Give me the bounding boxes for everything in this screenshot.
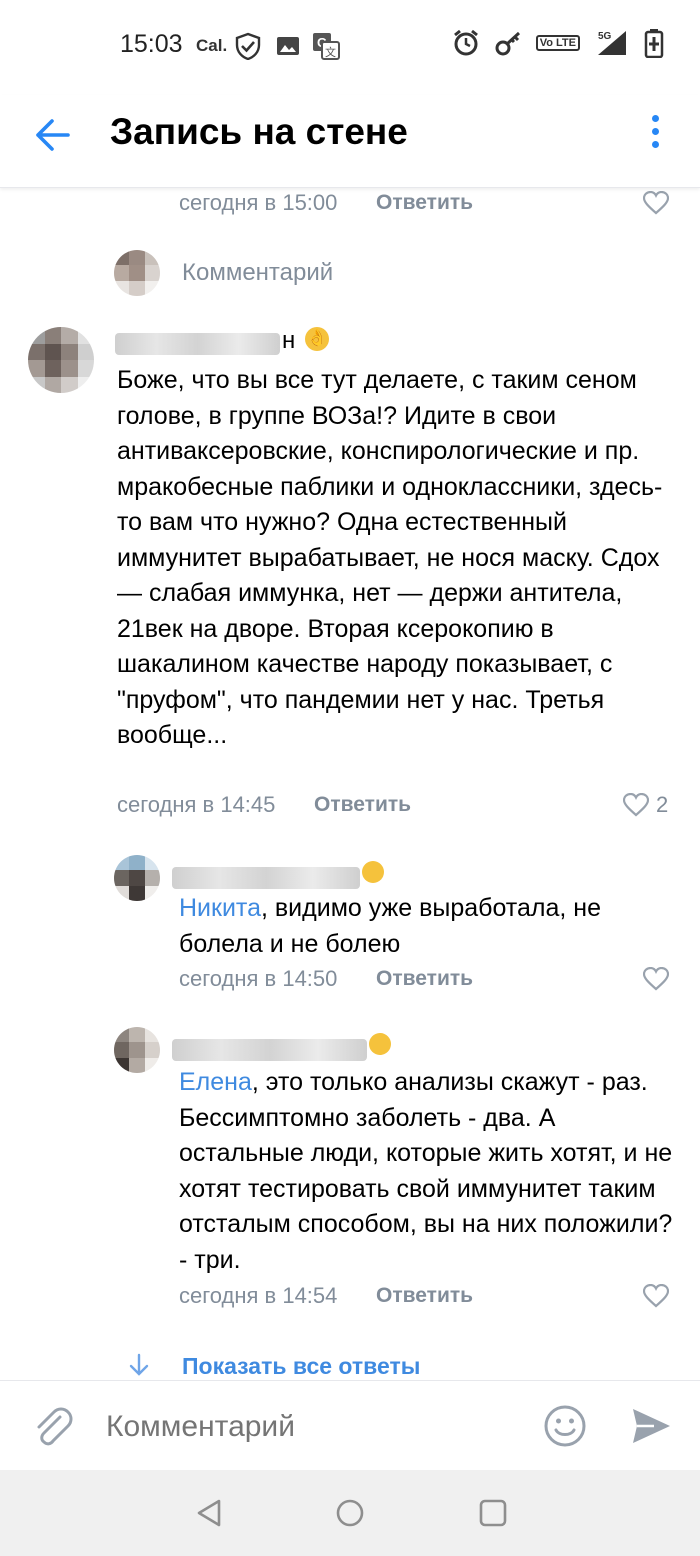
paperclip-icon[interactable] — [30, 1403, 74, 1449]
avatar — [114, 1027, 160, 1073]
comment-text: Елена, это только анализы скажут - раз. … — [179, 1065, 679, 1278]
svg-text:5G: 5G — [598, 31, 612, 42]
comment-time: сегодня в 14:45 — [117, 792, 276, 817]
send-icon[interactable] — [630, 1406, 672, 1446]
volte-icon: Vo LTE — [535, 35, 580, 51]
author-name-blurred[interactable] — [115, 333, 280, 355]
comment-composer — [0, 1380, 700, 1471]
arrow-left-icon[interactable] — [30, 113, 74, 157]
avatar — [114, 855, 160, 901]
author-name-blurred[interactable] — [172, 867, 360, 889]
status-time: 15:03 — [120, 30, 183, 58]
smile-icon[interactable] — [543, 1404, 587, 1448]
status-icons-right: Vo LTE 5G — [452, 28, 664, 58]
status-bar: 15:03 Cal. G 文 Vo LTE 5G — [0, 0, 700, 95]
heart-icon[interactable] — [623, 793, 649, 817]
heart-icon[interactable] — [643, 1284, 669, 1308]
shield-check-icon — [235, 32, 261, 60]
avatar — [114, 250, 160, 296]
signal-5g-icon: 5G — [598, 31, 626, 55]
emoji-icon — [362, 861, 384, 883]
author-name-blurred[interactable] — [172, 1039, 367, 1061]
mention-link[interactable]: Елена — [179, 1068, 252, 1096]
battery-charging-icon — [644, 29, 664, 58]
reply-button[interactable]: Ответить — [376, 1284, 473, 1308]
comments-thread: сегодня в 15:00 Ответить Комментарий н 👌… — [0, 187, 700, 1380]
show-all-replies-link[interactable]: Показать все ответы — [182, 1353, 420, 1380]
like-count: 2 — [656, 792, 669, 817]
comment-text: Боже, что вы все тут делаете, с таким се… — [117, 366, 663, 749]
avatar — [28, 327, 94, 393]
reply-button[interactable]: Ответить — [314, 793, 411, 817]
nav-recents-icon[interactable] — [478, 1498, 508, 1528]
emoji-icon — [369, 1033, 391, 1055]
comment-time: сегодня в 14:50 — [179, 966, 338, 991]
carrier-label: Cal. — [196, 36, 228, 55]
alarm-icon — [453, 29, 478, 56]
comment-time: сегодня в 15:00 — [179, 190, 338, 215]
reply-button[interactable]: Ответить — [376, 967, 473, 991]
nav-back-icon[interactable] — [196, 1498, 222, 1528]
page-title: Запись на стене — [110, 111, 408, 152]
translate-icon: G 文 — [313, 33, 340, 60]
app-header: Запись на стене — [0, 95, 700, 188]
comment-placeholder-link[interactable]: Комментарий — [182, 259, 333, 287]
mention-link[interactable]: Никита — [179, 894, 261, 922]
author-name-tail: н — [282, 327, 296, 354]
comment-text: Никита, видимо уже выработала, не болела… — [179, 891, 679, 962]
key-icon — [495, 31, 520, 56]
system-nav-bar — [0, 1470, 700, 1556]
nav-home-icon[interactable] — [335, 1498, 365, 1528]
image-icon — [277, 37, 299, 55]
comment-time: сегодня в 14:54 — [179, 1283, 338, 1308]
ok-hand-emoji-icon: 👌 — [305, 327, 329, 351]
more-vertical-icon[interactable] — [645, 115, 665, 155]
arrow-down-icon[interactable] — [128, 1353, 150, 1377]
heart-icon[interactable] — [643, 967, 669, 991]
comment-text-body: , это только анализы скажут - раз. Бесси… — [179, 1068, 673, 1274]
reply-button[interactable]: Ответить — [376, 191, 473, 215]
svg-text:文: 文 — [325, 45, 336, 59]
heart-icon[interactable] — [643, 191, 669, 215]
comment-input[interactable] — [104, 1403, 528, 1451]
